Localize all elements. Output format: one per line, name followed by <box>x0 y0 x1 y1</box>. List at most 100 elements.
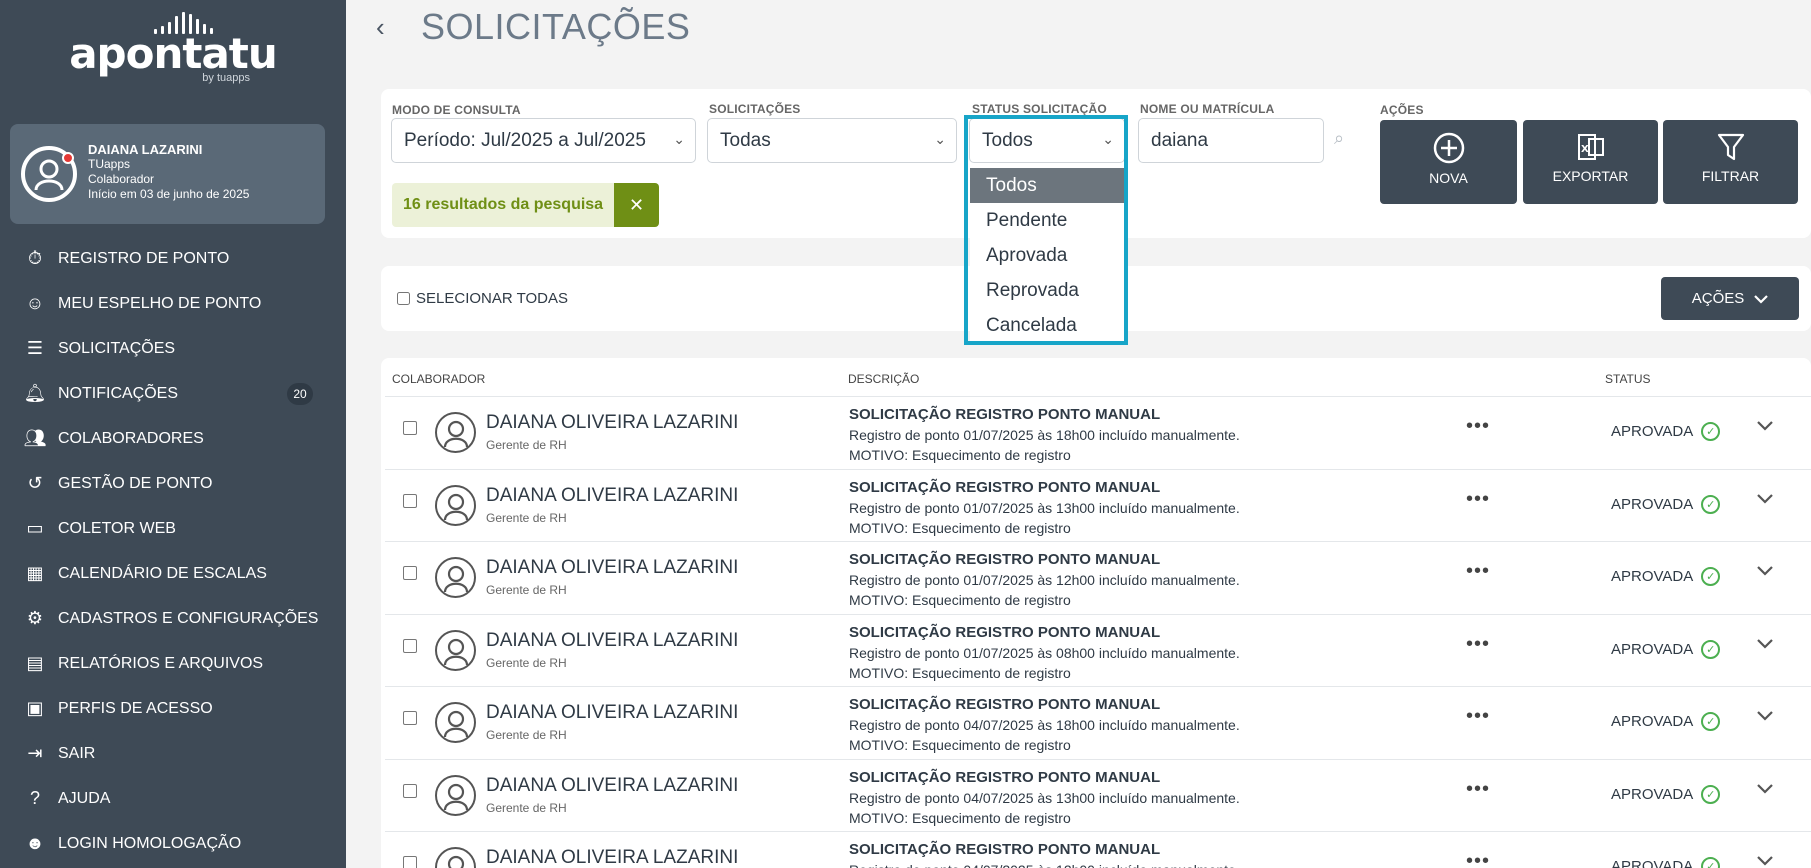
table-row[interactable]: DAIANA OLIVEIRA LAZARINI Gerente de RH S… <box>385 396 1811 469</box>
user-outline-icon <box>34 159 64 191</box>
more-options-icon[interactable]: ••• <box>1466 705 1490 728</box>
request-description: SOLICITAÇÃO REGISTRO PONTO MANUAL Regist… <box>849 768 1240 828</box>
sidebar-item-perfis[interactable]: ▣ PERFIS DE ACESSO <box>0 686 346 731</box>
status-label: APROVADA <box>1611 713 1694 730</box>
select-all-checkbox[interactable]: SELECIONAR TODAS <box>397 290 568 307</box>
excel-icon: X <box>1577 134 1604 160</box>
sidebar-item-notificacoes[interactable]: 🔔︎ NOTIFICAÇÕES 20 <box>0 371 346 416</box>
expand-chevron-icon[interactable] <box>1756 560 1774 583</box>
user-company: TUapps <box>88 157 131 171</box>
row-checkbox[interactable] <box>403 421 417 435</box>
sidebar-item-calendario[interactable]: ▦ CALENDÁRIO DE ESCALAS <box>0 551 346 596</box>
request-description: SOLICITAÇÃO REGISTRO PONTO MANUAL Regist… <box>849 695 1240 755</box>
back-chevron-icon[interactable]: ‹ <box>376 12 385 43</box>
status-solicitacao-label: STATUS SOLICITAÇÃO <box>972 102 1107 116</box>
check-circle-icon: ✓ <box>1701 494 1721 514</box>
request-detail: Registro de ponto 04/07/2025 às 13h00 in… <box>849 789 1240 806</box>
expand-chevron-icon[interactable] <box>1756 415 1774 438</box>
employee-role: Gerente de RH <box>486 655 567 670</box>
sidebar-item-login-homologacao[interactable]: ☻ LOGIN HOMOLOGAÇÃO <box>0 821 346 866</box>
request-description: SOLICITAÇÃO REGISTRO PONTO MANUAL Regist… <box>849 840 1240 868</box>
sidebar-item-registro-de-ponto[interactable]: ⏱ REGISTRO DE PONTO <box>0 236 346 281</box>
user-outline-icon <box>443 783 469 810</box>
user-card[interactable]: DAIANA LAZARINI TUapps Colaborador Iníci… <box>10 124 325 224</box>
table-row[interactable]: DAIANA OLIVEIRA LAZARINI Gerente de RH S… <box>385 831 1811 868</box>
employee-name: DAIANA OLIVEIRA LAZARINI <box>486 557 739 578</box>
more-options-icon[interactable]: ••• <box>1466 560 1490 583</box>
sidebar-item-relatorios[interactable]: ▤ RELATÓRIOS E ARQUIVOS <box>0 641 346 686</box>
expand-chevron-icon[interactable] <box>1756 850 1774 868</box>
funnel-icon <box>1717 133 1744 161</box>
expand-chevron-icon[interactable] <box>1756 488 1774 511</box>
table-row[interactable]: DAIANA OLIVEIRA LAZARINI Gerente de RH S… <box>385 541 1811 614</box>
user-outline-icon <box>443 638 469 665</box>
table-row[interactable]: DAIANA OLIVEIRA LAZARINI Gerente de RH S… <box>385 686 1811 759</box>
status-option[interactable]: Reprovada <box>970 273 1124 308</box>
apontatu-logo[interactable]: apontatu by tuapps <box>0 8 346 84</box>
request-detail: Registro de ponto 04/07/2025 às 18h00 in… <box>849 717 1240 733</box>
modo-consulta-select[interactable]: Período: Jul/2025 a Jul/2025 ⌄ <box>391 118 696 163</box>
sidebar-item-ajuda[interactable]: ? AJUDA <box>0 776 346 821</box>
table-row[interactable]: DAIANA OLIVEIRA LAZARINI Gerente de RH S… <box>385 468 1811 542</box>
more-options-icon[interactable]: ••• <box>1466 488 1490 511</box>
solicitacoes-select[interactable]: Todas ⌄ <box>707 118 957 163</box>
status-option[interactable]: Todos <box>970 168 1124 203</box>
select-all-input[interactable] <box>397 292 410 305</box>
close-icon[interactable]: ✕ <box>614 183 660 227</box>
user-gear-icon: ☻ <box>25 833 45 853</box>
request-detail: Registro de ponto 01/07/2025 às 12h00 in… <box>849 572 1240 588</box>
avatar <box>435 847 476 868</box>
request-description: SOLICITAÇÃO REGISTRO PONTO MANUAL Regist… <box>849 623 1240 683</box>
row-checkbox[interactable] <box>403 856 417 868</box>
avatar <box>435 774 476 816</box>
expand-chevron-icon[interactable] <box>1756 705 1774 728</box>
status-option[interactable]: Aprovada <box>970 238 1124 273</box>
expand-chevron-icon[interactable] <box>1756 778 1774 801</box>
sidebar-item-coletor-web[interactable]: ▭ COLETOR WEB <box>0 506 346 551</box>
row-checkbox[interactable] <box>403 638 417 653</box>
nova-button[interactable]: NOVA <box>1380 120 1517 204</box>
request-title: SOLICITAÇÃO REGISTRO PONTO MANUAL <box>849 623 1161 641</box>
user-outline-icon <box>443 420 469 448</box>
sidebar-item-label: REGISTRO DE PONTO <box>58 249 230 267</box>
sidebar-item-label: AJUDA <box>58 789 111 807</box>
sidebar-item-label: NOTIFICAÇÕES <box>58 384 179 402</box>
exportar-button[interactable]: X EXPORTAR <box>1523 120 1658 204</box>
user-outline-icon <box>443 493 469 520</box>
expand-chevron-icon[interactable] <box>1756 633 1774 656</box>
sidebar-item-colaboradores[interactable]: 👥︎ COLABORADORES <box>0 416 346 461</box>
sidebar-item-cadastros[interactable]: ⚙ CADASTROS E CONFIGURAÇÕES <box>0 596 346 641</box>
search-icon[interactable]: ⌕ <box>1334 128 1344 149</box>
sidebar-item-meu-espelho[interactable]: ☺ MEU ESPELHO DE PONTO <box>0 281 346 326</box>
row-checkbox[interactable] <box>403 493 417 508</box>
nome-matricula-label: NOME OU MATRÍCULA <box>1140 102 1275 116</box>
filtrar-button[interactable]: FILTRAR <box>1663 120 1798 204</box>
more-options-icon[interactable]: ••• <box>1466 415 1490 438</box>
sidebar-item-solicitacoes[interactable]: ☰ SOLICITAÇÕES <box>0 326 346 371</box>
sidebar-item-gestao-de-ponto[interactable]: ↺ GESTÃO DE PONTO <box>0 461 346 506</box>
request-detail: Registro de ponto 01/07/2025 às 18h00 in… <box>849 427 1240 443</box>
requests-table: COLABORADOR DESCRIÇÃO STATUS DAIANA OLIV… <box>381 358 1811 868</box>
row-checkbox[interactable] <box>403 711 417 725</box>
row-checkbox[interactable] <box>403 783 417 798</box>
more-options-icon[interactable]: ••• <box>1466 778 1490 801</box>
status-solicitacao-select[interactable]: Todos ⌄ <box>969 118 1125 163</box>
results-count: 16 resultados da pesquisa <box>392 183 615 227</box>
nome-matricula-input[interactable]: daiana <box>1138 118 1324 163</box>
acoes-dropdown-button[interactable]: AÇÕES <box>1661 277 1799 320</box>
more-options-icon[interactable]: ••• <box>1466 850 1490 868</box>
table-row[interactable]: DAIANA OLIVEIRA LAZARINI Gerente de RH S… <box>385 613 1811 687</box>
check-circle-icon: ✓ <box>1701 712 1721 731</box>
status-label: APROVADA <box>1611 495 1694 513</box>
table-row[interactable]: DAIANA OLIVEIRA LAZARINI Gerente de RH S… <box>385 758 1811 832</box>
sidebar-item-label: CALENDÁRIO DE ESCALAS <box>58 564 267 582</box>
status-option[interactable]: Pendente <box>970 203 1124 238</box>
page-title: SOLICITAÇÕES <box>421 6 691 47</box>
status-badge: APROVADA ✓ <box>1611 422 1721 441</box>
sidebar-item-label: PERFIS DE ACESSO <box>58 699 213 717</box>
more-options-icon[interactable]: ••• <box>1466 633 1490 656</box>
row-checkbox[interactable] <box>403 566 417 580</box>
status-option[interactable]: Cancelada <box>970 308 1124 343</box>
sidebar-item-sair[interactable]: ⇥ SAIR <box>0 731 346 776</box>
employee-name: DAIANA OLIVEIRA LAZARINI <box>486 702 739 723</box>
